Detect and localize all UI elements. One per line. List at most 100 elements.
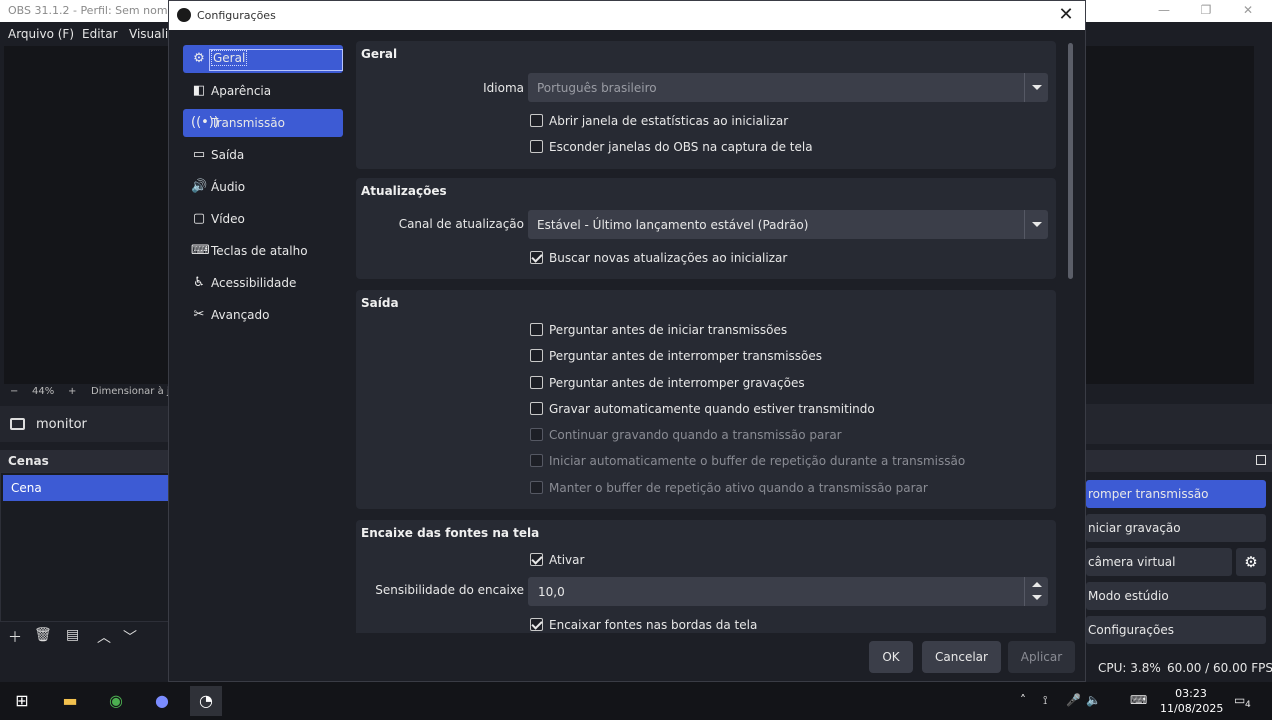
close-button[interactable]: ✕	[1228, 2, 1268, 20]
update-channel-label: Canal de atualização	[398, 217, 524, 231]
checkbox-label: Abrir janela de estatísticas ao iniciali…	[549, 114, 789, 128]
nav-item-saida[interactable]: ▭ Saída	[183, 141, 343, 169]
scenes-toolbar: ＋ 🗑 ▤ ︿ ﹀	[0, 624, 170, 648]
language-value: Português brasileiro	[537, 81, 657, 95]
tools-icon: ✂	[193, 307, 205, 322]
nav-item-label: Transmissão	[211, 116, 285, 130]
file-explorer-icon[interactable]: ▬	[54, 686, 86, 716]
clock-date: 11/08/2025	[1160, 702, 1224, 715]
checkbox-box	[530, 402, 543, 415]
filters-icon[interactable]: ▤	[66, 627, 79, 643]
fps-readout: 60.00 / 60.00 FPS	[1167, 661, 1272, 675]
keyboard-layout-icon[interactable]: ⌨	[1130, 693, 1147, 707]
checkbox-box	[530, 553, 543, 566]
spin-buttons[interactable]	[1024, 577, 1048, 606]
nav-item-label: Avançado	[211, 308, 270, 322]
apply-button[interactable]: Aplicar	[1008, 641, 1075, 673]
status-bar: CPU: 3.8% 60.00 / 60.00 FPS	[1086, 656, 1272, 680]
checkbox-label: Manter o buffer de repetição ativo quand…	[549, 481, 928, 495]
menu-edit[interactable]: Editar	[82, 27, 118, 41]
clock[interactable]: 03:23 11/08/2025	[1160, 686, 1224, 716]
nav-item-video[interactable]: ▢ Vídeo	[183, 205, 343, 233]
trash-icon[interactable]: 🗑	[34, 627, 52, 643]
section-saida: Saída Perguntar antes de iniciar transmi…	[356, 290, 1056, 509]
chrome-icon[interactable]: ◉	[100, 686, 132, 716]
content-scrollbar[interactable]	[1066, 41, 1076, 633]
nav-item-advanced[interactable]: ✂ Avançado	[183, 301, 343, 329]
monitor-icon	[10, 418, 25, 430]
minimize-button[interactable]: —	[1144, 2, 1184, 20]
nav-item-label: Saída	[211, 148, 245, 162]
update-channel-value: Estável - Último lançamento estável (Pad…	[537, 218, 809, 232]
move-up-icon[interactable]: ︿	[97, 627, 111, 647]
language-select[interactable]: Português brasileiro	[528, 73, 1048, 102]
chevron-down-icon[interactable]	[1032, 595, 1042, 600]
undock-icon[interactable]	[1256, 455, 1266, 465]
gear-icon[interactable]: ⚙	[1236, 548, 1266, 576]
maximize-button[interactable]: ❐	[1186, 2, 1226, 20]
zoom-out-button[interactable]: −	[10, 386, 18, 397]
snap-sensitivity-spinbox[interactable]: 10,0	[528, 577, 1048, 606]
monitor-icon: ▢	[192, 211, 206, 226]
start-recording-button[interactable]: niciar gravação	[1086, 514, 1266, 542]
checkbox-box	[530, 140, 543, 153]
menu-view[interactable]: Visuali	[129, 27, 168, 41]
antenna-icon: ((•))	[191, 115, 219, 130]
zoom-in-button[interactable]: +	[68, 386, 76, 397]
checkbox-box	[530, 376, 543, 389]
section-geral: Geral Idioma Português brasileiro Abrir …	[356, 41, 1056, 169]
nav-item-transmissao[interactable]: ((•)) Transmissão	[183, 109, 343, 137]
language-label: Idioma	[483, 81, 524, 95]
checkbox-label: Perguntar antes de iniciar transmissões	[549, 323, 788, 337]
nav-item-label: Geral	[211, 50, 248, 66]
keyboard-icon: ⌨	[191, 243, 210, 258]
network-icon[interactable]: ⟟	[1043, 693, 1047, 708]
scrollbar-thumb[interactable]	[1068, 43, 1073, 279]
notifications-icon[interactable]: ▭	[1234, 693, 1245, 707]
chevron-down-icon	[1024, 210, 1048, 239]
section-title: Atualizações	[361, 184, 447, 198]
discord-icon[interactable]: ●	[146, 686, 178, 716]
scale-to-window-label[interactable]: Dimensionar à j	[91, 386, 170, 397]
ok-button[interactable]: OK	[869, 641, 913, 673]
source-item[interactable]: monitor	[0, 406, 170, 442]
move-down-icon[interactable]: ﹀	[123, 627, 137, 647]
chevron-up-icon[interactable]: ˄	[1020, 693, 1026, 707]
settings-button[interactable]: Configurações	[1086, 616, 1266, 644]
volume-icon[interactable]: 🔈	[1086, 693, 1101, 707]
nav-item-hotkeys[interactable]: ⌨ Teclas de atalho	[183, 237, 343, 265]
scenes-title: Cenas	[8, 454, 49, 468]
obs-logo-icon	[177, 8, 191, 22]
cancel-button[interactable]: Cancelar	[922, 641, 1001, 673]
section-snapping: Encaixe das fontes na tela Ativar Sensib…	[356, 520, 1056, 633]
virtual-camera-button[interactable]: câmera virtual	[1086, 548, 1232, 576]
windows-start-icon[interactable]: ⊞	[6, 686, 38, 716]
nav-item-accessibility[interactable]: ♿ Acessibilidade	[183, 269, 343, 297]
menu-file[interactable]: Arquivo (F)	[8, 27, 74, 41]
scene-item-label: Cena	[11, 481, 42, 495]
preview-area[interactable]	[4, 46, 170, 384]
nav-item-geral[interactable]: ⚙ Geral	[183, 45, 343, 73]
stop-stream-button[interactable]: romper transmissão	[1086, 480, 1266, 508]
virtual-camera-label: câmera virtual	[1088, 555, 1176, 569]
scenes-dock-header: Cenas	[0, 450, 170, 472]
obs-taskbar-icon[interactable]: ◔	[190, 686, 222, 716]
obs-window-title: OBS 31.1.2 - Perfil: Sem nome	[8, 4, 175, 17]
dialog-title: Configurações	[197, 9, 276, 22]
scene-item[interactable]: Cena	[3, 475, 169, 501]
scenes-list: Cena	[0, 472, 170, 622]
update-channel-select[interactable]: Estável - Último lançamento estável (Pad…	[528, 210, 1048, 239]
checkbox-box	[530, 481, 543, 494]
close-icon[interactable]: ✕	[1053, 3, 1079, 27]
chevron-up-icon[interactable]	[1032, 582, 1042, 587]
nav-item-aparencia[interactable]: ◧ Aparência	[183, 77, 343, 105]
output-icon: ▭	[192, 147, 206, 162]
accessibility-icon: ♿	[193, 275, 205, 290]
add-scene-icon[interactable]: ＋	[8, 627, 22, 647]
checkbox-box	[530, 454, 543, 467]
microphone-icon[interactable]: 🎤	[1066, 693, 1081, 707]
checkbox-label: Iniciar automaticamente o buffer de repe…	[549, 454, 966, 468]
preview-area-right[interactable]	[1086, 46, 1254, 384]
studio-mode-button[interactable]: Modo estúdio	[1086, 582, 1266, 610]
nav-item-audio[interactable]: 🔊 Áudio	[183, 173, 343, 201]
